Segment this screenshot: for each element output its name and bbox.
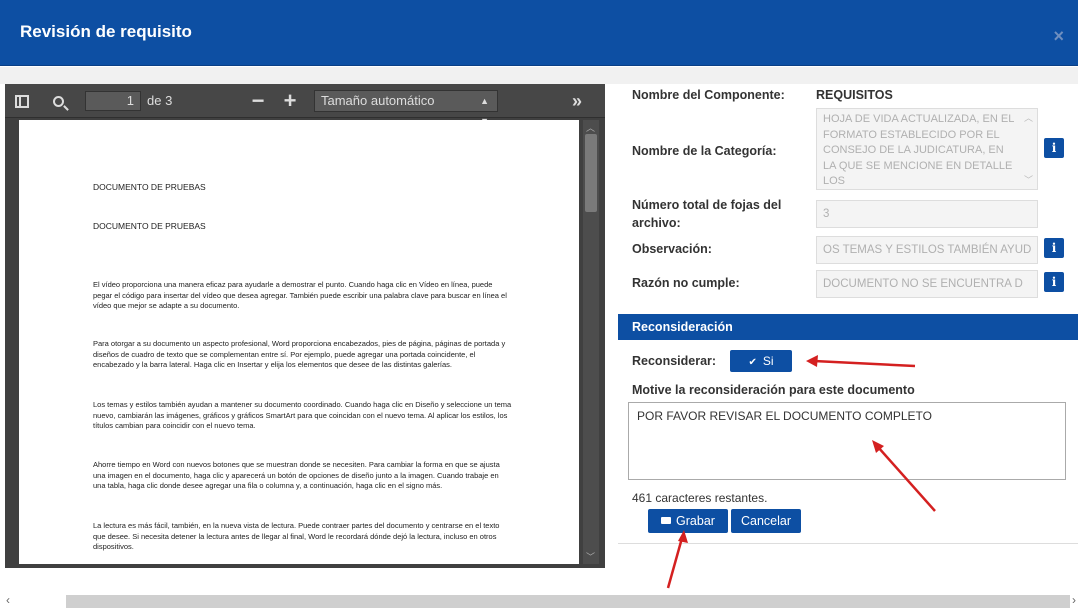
document-paragraph: El vídeo proporciona una manera eficaz p… [93,280,507,311]
remaining-characters: 461 caracteres restantes. [632,491,768,505]
observacion-info-button[interactable]: i [1044,238,1064,258]
pdf-toolbar: 1 de 3 − + Tamaño automático ▲▼ » [5,84,605,126]
requirement-details-panel: Nombre del Componente: REQUISITOS Nombre… [618,84,1078,544]
dialog-title: Revisión de requisito [20,22,192,41]
scroll-down-icon[interactable]: ﹀ [586,550,595,563]
fojas-field[interactable]: 3 [816,200,1038,228]
document-heading: DOCUMENTO DE PRUEBAS [93,182,206,192]
page-count-label: de 3 [147,93,173,108]
cancelar-button[interactable]: Cancelar [731,509,801,533]
folder-icon [661,517,672,524]
zoom-out-icon[interactable]: − [247,84,269,118]
razon-field[interactable]: DOCUMENTO NO SE ENCUENTRA D [816,270,1038,298]
grabar-button[interactable]: Grabar [648,509,728,533]
scroll-up-icon[interactable]: ︿ [586,121,595,134]
page-number-input[interactable]: 1 [85,91,141,111]
panel-divider [618,543,1078,544]
reconsideracion-header: Reconsideración [618,314,1078,340]
document-paragraph: Los temas y estilos también ayudan a man… [93,400,512,431]
pdf-page: DOCUMENTO DE PRUEBAS DOCUMENTO DE PRUEBA… [19,120,579,564]
dialog-spacer [0,67,1078,84]
scroll-right-icon[interactable]: › [1072,593,1076,607]
pdf-viewer: 1 de 3 − + Tamaño automático ▲▼ » DOCUME… [5,84,605,568]
categoria-label: Nombre de la Categoría: [632,144,777,158]
categoria-value: HOJA DE VIDA ACTUALIZADA, EN EL FORMATO … [823,113,1014,187]
scrollbar-track[interactable] [66,595,1070,608]
observacion-label: Observación: [632,242,712,256]
scroll-down-icon[interactable]: ﹀ [1024,173,1033,189]
razon-info-button[interactable]: i [1044,272,1064,292]
razon-label: Razón no cumple: [632,276,740,290]
check-icon: ✔ [748,357,757,368]
scrollbar-thumb[interactable] [585,134,597,212]
scroll-left-icon[interactable]: ‹ [6,593,10,607]
observacion-field[interactable]: OS TEMAS Y ESTILOS TAMBIÉN AYUD [816,236,1038,264]
motivo-label: Motive la reconsideración para este docu… [632,383,915,397]
categoria-field[interactable]: HOJA DE VIDA ACTUALIZADA, EN EL FORMATO … [816,108,1038,190]
motivo-textarea[interactable]: POR FAVOR REVISAR EL DOCUMENTO COMPLETO [628,402,1066,480]
scroll-up-icon[interactable]: ︿ [1024,111,1033,127]
grabar-label: Grabar [676,514,715,528]
componente-label: Nombre del Componente: [632,88,785,102]
search-icon[interactable] [45,84,71,118]
zoom-in-icon[interactable]: + [279,84,301,118]
dialog-header: Revisión de requisito × [0,0,1078,66]
componente-value: REQUISITOS [816,88,893,102]
zoom-select-value: Tamaño automático [321,93,435,108]
reconsiderar-label: Reconsiderar: [632,354,717,368]
reconsiderar-si-toggle[interactable]: ✔ Si [730,350,792,372]
document-heading: DOCUMENTO DE PRUEBAS [93,221,206,231]
si-label: Si [762,354,774,368]
categoria-info-button[interactable]: i [1044,138,1064,158]
horizontal-scrollbar[interactable]: ‹ › [0,592,1078,610]
more-tools-icon[interactable]: » [565,84,589,118]
document-paragraph: Para otorgar a su documento un aspecto p… [93,339,506,370]
close-icon[interactable]: × [1053,26,1064,47]
pdf-vertical-scrollbar[interactable]: ︿ ﹀ [583,120,599,564]
zoom-select[interactable]: Tamaño automático ▲▼ [314,90,498,126]
sidebar-toggle-icon[interactable] [9,84,35,118]
document-paragraph: La lectura es más fácil, también, en la … [93,521,500,552]
fojas-label: Número total de fojas del archivo: [632,198,782,230]
document-paragraph: Ahorre tiempo en Word con nuevos botones… [93,460,500,491]
